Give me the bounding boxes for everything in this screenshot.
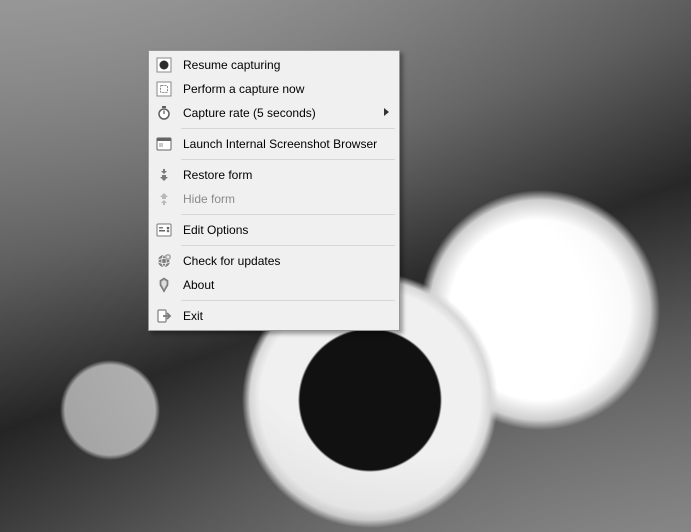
submenu-arrow-icon — [384, 108, 389, 116]
menu-item-edit-options[interactable]: Edit Options — [151, 218, 397, 242]
menu-item-exit[interactable]: Exit — [151, 304, 397, 328]
menu-separator — [181, 300, 395, 301]
menu-item-capture-now[interactable]: Perform a capture now — [151, 77, 397, 101]
menu-item-label: Hide form — [183, 192, 235, 206]
capture-icon — [156, 81, 172, 97]
menu-item-label: Edit Options — [183, 223, 248, 237]
menu-inner: Resume capturing Perform a capture now C… — [151, 53, 397, 328]
menu-item-label: Check for updates — [183, 254, 280, 268]
restore-icon — [156, 167, 172, 183]
updates-icon — [156, 253, 172, 269]
options-icon — [156, 222, 172, 238]
menu-separator — [181, 159, 395, 160]
menu-item-label: Exit — [183, 309, 203, 323]
menu-item-about[interactable]: About — [151, 273, 397, 297]
menu-item-launch-browser[interactable]: Launch Internal Screenshot Browser — [151, 132, 397, 156]
menu-separator — [181, 128, 395, 129]
stopwatch-icon — [156, 105, 172, 121]
menu-item-label: Perform a capture now — [183, 82, 304, 96]
menu-item-label: Resume capturing — [183, 58, 280, 72]
menu-item-check-updates[interactable]: Check for updates — [151, 249, 397, 273]
tray-context-menu[interactable]: Resume capturing Perform a capture now C… — [148, 50, 400, 331]
browser-icon — [156, 136, 172, 152]
menu-item-label: Capture rate (5 seconds) — [183, 106, 316, 120]
menu-item-label: Launch Internal Screenshot Browser — [183, 137, 377, 151]
menu-item-capture-rate[interactable]: Capture rate (5 seconds) — [151, 101, 397, 125]
menu-item-restore-form[interactable]: Restore form — [151, 163, 397, 187]
menu-item-resume-capturing[interactable]: Resume capturing — [151, 53, 397, 77]
menu-item-label: About — [183, 278, 214, 292]
record-icon — [156, 57, 172, 73]
menu-separator — [181, 214, 395, 215]
desktop-wallpaper-earbuds: Resume capturing Perform a capture now C… — [0, 0, 691, 532]
menu-item-label: Restore form — [183, 168, 252, 182]
hide-icon — [156, 191, 172, 207]
menu-item-hide-form: Hide form — [151, 187, 397, 211]
exit-icon — [156, 308, 172, 324]
menu-separator — [181, 245, 395, 246]
about-icon — [156, 277, 172, 293]
